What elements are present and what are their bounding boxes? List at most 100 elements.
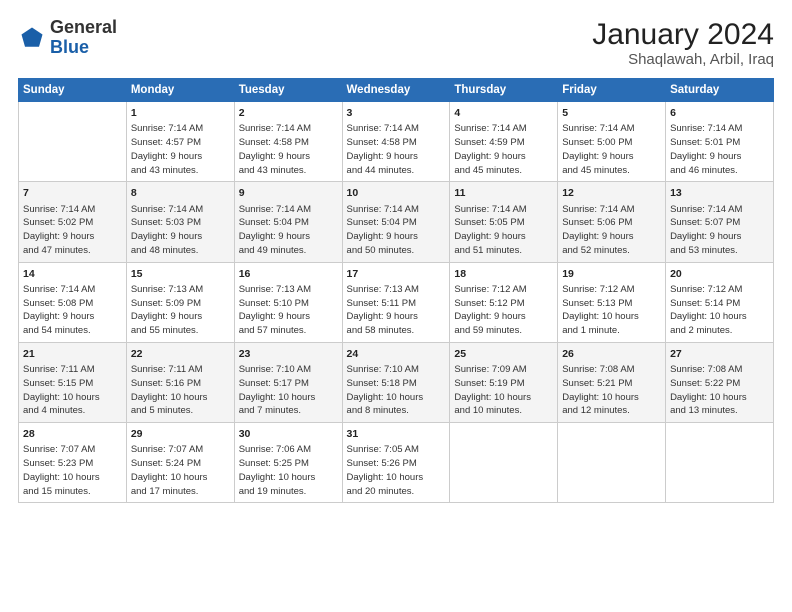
day-content: and 20 minutes. [347, 485, 446, 499]
day-content: Sunset: 5:00 PM [562, 136, 661, 150]
calendar-day-cell: 4Sunrise: 7:14 AMSunset: 4:59 PMDaylight… [450, 102, 558, 182]
day-content: Daylight: 9 hours [347, 310, 446, 324]
day-content: Sunrise: 7:10 AM [239, 363, 338, 377]
day-number: 3 [347, 106, 446, 121]
day-content: Daylight: 10 hours [670, 391, 769, 405]
day-content: Sunset: 5:01 PM [670, 136, 769, 150]
day-number: 5 [562, 106, 661, 121]
calendar-day-cell [558, 423, 666, 503]
day-content: and 48 minutes. [131, 244, 230, 258]
day-content: Daylight: 9 hours [131, 310, 230, 324]
day-content: Sunrise: 7:14 AM [454, 203, 553, 217]
day-content: Daylight: 10 hours [131, 471, 230, 485]
day-content: Sunrise: 7:06 AM [239, 443, 338, 457]
day-content: Sunset: 5:04 PM [239, 216, 338, 230]
day-content: and 1 minute. [562, 324, 661, 338]
day-content: Sunset: 5:24 PM [131, 457, 230, 471]
calendar-title: January 2024 [592, 18, 774, 51]
day-number: 16 [239, 267, 338, 282]
day-content: and 51 minutes. [454, 244, 553, 258]
day-content: Sunrise: 7:12 AM [562, 283, 661, 297]
day-content: Sunset: 4:57 PM [131, 136, 230, 150]
day-content: Daylight: 9 hours [454, 230, 553, 244]
day-content: Sunrise: 7:13 AM [239, 283, 338, 297]
day-content: Sunset: 5:11 PM [347, 297, 446, 311]
calendar-day-cell: 17Sunrise: 7:13 AMSunset: 5:11 PMDayligh… [342, 262, 450, 342]
calendar-week-row: 7Sunrise: 7:14 AMSunset: 5:02 PMDaylight… [19, 182, 774, 262]
day-content: Sunrise: 7:14 AM [454, 122, 553, 136]
day-of-week-header: Friday [558, 79, 666, 102]
logo-blue-text: Blue [50, 37, 89, 57]
day-content: and 46 minutes. [670, 164, 769, 178]
day-content: Sunset: 5:08 PM [23, 297, 122, 311]
day-number: 17 [347, 267, 446, 282]
day-content: and 43 minutes. [131, 164, 230, 178]
logo: General Blue [18, 18, 117, 58]
day-number: 21 [23, 347, 122, 362]
day-number: 28 [23, 427, 122, 442]
day-number: 13 [670, 186, 769, 201]
day-number: 31 [347, 427, 446, 442]
day-number: 1 [131, 106, 230, 121]
day-content: Sunrise: 7:11 AM [23, 363, 122, 377]
day-content: Sunrise: 7:11 AM [131, 363, 230, 377]
calendar-day-cell [19, 102, 127, 182]
day-content: Sunset: 5:21 PM [562, 377, 661, 391]
day-content: Sunrise: 7:13 AM [347, 283, 446, 297]
day-content: Sunset: 5:15 PM [23, 377, 122, 391]
day-content: Sunrise: 7:14 AM [23, 203, 122, 217]
day-content: Sunrise: 7:05 AM [347, 443, 446, 457]
day-number: 26 [562, 347, 661, 362]
day-content: Sunrise: 7:14 AM [347, 122, 446, 136]
day-number: 24 [347, 347, 446, 362]
calendar-day-cell: 19Sunrise: 7:12 AMSunset: 5:13 PMDayligh… [558, 262, 666, 342]
day-content: Sunset: 5:04 PM [347, 216, 446, 230]
day-content: and 45 minutes. [454, 164, 553, 178]
day-content: Daylight: 10 hours [454, 391, 553, 405]
day-content: and 49 minutes. [239, 244, 338, 258]
calendar-day-cell: 15Sunrise: 7:13 AMSunset: 5:09 PMDayligh… [126, 262, 234, 342]
day-of-week-header: Thursday [450, 79, 558, 102]
day-content: and 50 minutes. [347, 244, 446, 258]
calendar-day-cell: 29Sunrise: 7:07 AMSunset: 5:24 PMDayligh… [126, 423, 234, 503]
day-content: Sunset: 5:19 PM [454, 377, 553, 391]
header: General Blue January 2024 Shaqlawah, Arb… [18, 18, 774, 68]
day-content: Sunset: 5:17 PM [239, 377, 338, 391]
day-content: and 5 minutes. [131, 404, 230, 418]
day-content: Sunset: 5:02 PM [23, 216, 122, 230]
day-content: Sunrise: 7:08 AM [670, 363, 769, 377]
day-of-week-header: Monday [126, 79, 234, 102]
day-content: Daylight: 9 hours [347, 150, 446, 164]
day-number: 23 [239, 347, 338, 362]
day-number: 15 [131, 267, 230, 282]
day-content: Sunrise: 7:14 AM [562, 122, 661, 136]
calendar-day-cell: 2Sunrise: 7:14 AMSunset: 4:58 PMDaylight… [234, 102, 342, 182]
day-content: Sunrise: 7:14 AM [131, 122, 230, 136]
day-content: Sunset: 5:16 PM [131, 377, 230, 391]
title-block: January 2024 Shaqlawah, Arbil, Iraq [592, 18, 774, 68]
day-content: Daylight: 9 hours [131, 230, 230, 244]
day-number: 29 [131, 427, 230, 442]
day-number: 11 [454, 186, 553, 201]
day-number: 14 [23, 267, 122, 282]
day-content: and 54 minutes. [23, 324, 122, 338]
day-content: and 19 minutes. [239, 485, 338, 499]
day-content: Sunrise: 7:09 AM [454, 363, 553, 377]
day-content: and 58 minutes. [347, 324, 446, 338]
day-number: 2 [239, 106, 338, 121]
day-content: Sunrise: 7:13 AM [131, 283, 230, 297]
page: General Blue January 2024 Shaqlawah, Arb… [0, 0, 792, 612]
day-content: and 44 minutes. [347, 164, 446, 178]
day-number: 7 [23, 186, 122, 201]
day-content: and 43 minutes. [239, 164, 338, 178]
day-number: 8 [131, 186, 230, 201]
calendar-week-row: 28Sunrise: 7:07 AMSunset: 5:23 PMDayligh… [19, 423, 774, 503]
calendar-week-row: 14Sunrise: 7:14 AMSunset: 5:08 PMDayligh… [19, 262, 774, 342]
calendar-day-cell: 1Sunrise: 7:14 AMSunset: 4:57 PMDaylight… [126, 102, 234, 182]
day-content: Daylight: 10 hours [23, 391, 122, 405]
day-content: Daylight: 10 hours [347, 391, 446, 405]
calendar-day-cell: 22Sunrise: 7:11 AMSunset: 5:16 PMDayligh… [126, 342, 234, 422]
calendar-week-row: 1Sunrise: 7:14 AMSunset: 4:57 PMDaylight… [19, 102, 774, 182]
day-content: Sunset: 5:12 PM [454, 297, 553, 311]
day-content: Sunset: 5:26 PM [347, 457, 446, 471]
